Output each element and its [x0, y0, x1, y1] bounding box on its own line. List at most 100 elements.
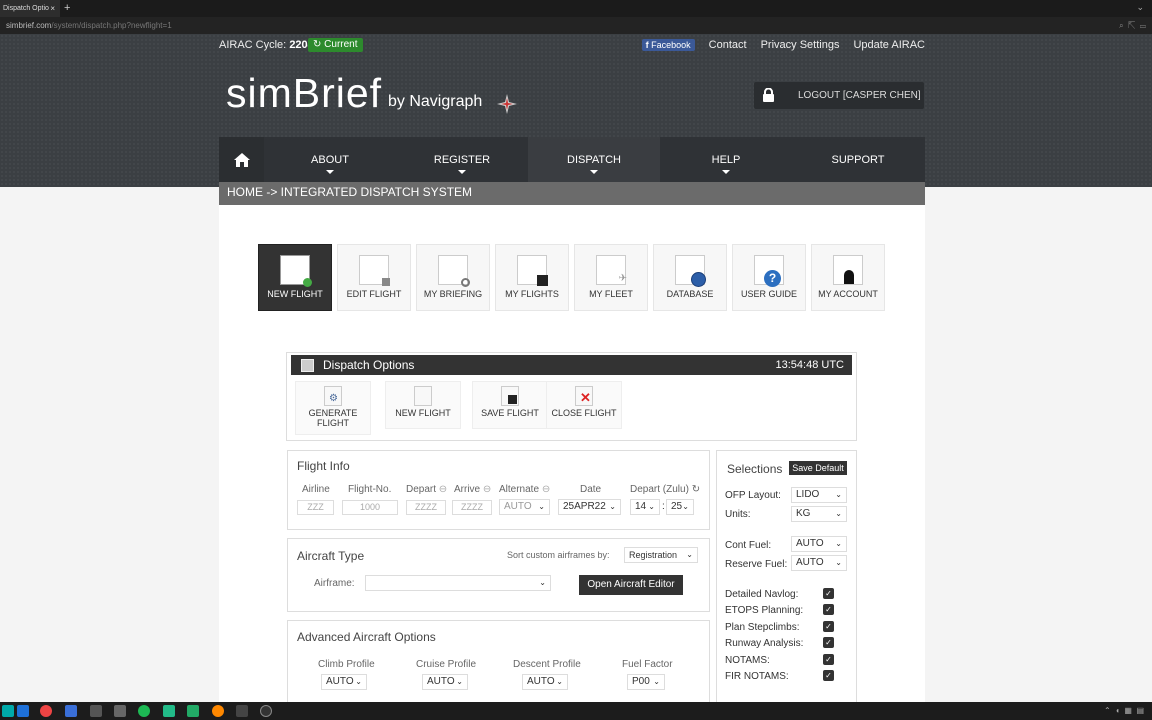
nav-home[interactable]: [219, 137, 264, 182]
privacy-settings-link[interactable]: Privacy Settings: [761, 39, 840, 51]
info-icon[interactable]: ⊖: [542, 484, 550, 495]
flight-number-input[interactable]: 1000: [342, 500, 398, 515]
airframe-select[interactable]: ⌄: [365, 575, 551, 591]
utc-clock: 13:54:48 UTC: [775, 359, 844, 371]
reader-icon[interactable]: ▭: [1140, 21, 1146, 30]
info-icon[interactable]: ⊖: [439, 484, 447, 495]
nav-support[interactable]: SUPPORT: [792, 137, 924, 182]
app-icon[interactable]: [187, 705, 199, 717]
chrome-icon[interactable]: [40, 705, 52, 717]
fuel-factor-select[interactable]: P00 ⌄: [627, 674, 665, 690]
tab-close-icon[interactable]: ×: [50, 0, 55, 17]
depart-zulu-label: Depart (Zulu) ↻: [630, 484, 700, 495]
depart-zulu-label-text: Depart (Zulu): [630, 484, 689, 495]
app-icon[interactable]: [114, 705, 126, 717]
fir-notams-checkbox[interactable]: ✓: [823, 670, 834, 681]
reserve-fuel-select[interactable]: AUTO ⌄: [791, 555, 847, 571]
airline-label: Airline: [302, 484, 330, 495]
refresh-icon[interactable]: ↻: [692, 484, 700, 495]
tray-chevron-icon[interactable]: ⌃: [1104, 706, 1111, 715]
network-icon[interactable]: ▦: [1124, 706, 1132, 715]
cont-fuel-label: Cont Fuel:: [725, 540, 772, 551]
explorer-icon[interactable]: [17, 705, 29, 717]
tool-label: MY FLEET: [589, 289, 633, 299]
database-tool[interactable]: DATABASE: [653, 244, 727, 311]
detailed-navlog-checkbox[interactable]: ✓: [823, 588, 834, 599]
sort-airframes-select[interactable]: Registration ⌄: [624, 547, 698, 563]
nav-help[interactable]: HELP: [660, 137, 792, 182]
window-chevron-icon[interactable]: ⌄: [1136, 0, 1144, 15]
logout-button[interactable]: LOGOUT [CASPER CHEN]: [754, 82, 924, 109]
save-flight-button[interactable]: SAVE FLIGHT: [472, 381, 548, 429]
app-icon[interactable]: [65, 705, 77, 717]
my-fleet-tool[interactable]: ✈ MY FLEET: [574, 244, 648, 311]
cont-fuel-select[interactable]: AUTO ⌄: [791, 536, 847, 552]
user-guide-tool[interactable]: ? USER GUIDE: [732, 244, 806, 311]
nav-about[interactable]: ABOUT: [264, 137, 396, 182]
app-icon[interactable]: [90, 705, 102, 717]
sort-airframes-label: Sort custom airframes by:: [507, 550, 610, 560]
chrome-icon[interactable]: [212, 705, 224, 717]
etops-planning-checkbox[interactable]: ✓: [823, 604, 834, 615]
date-label: Date: [580, 484, 602, 495]
runway-analysis-checkbox[interactable]: ✓: [823, 637, 834, 648]
save-icon: [501, 386, 519, 406]
fleet-icon: ✈: [596, 255, 627, 285]
notams-checkbox[interactable]: ✓: [823, 654, 834, 665]
update-airac-link[interactable]: Update AIRAC: [853, 39, 925, 51]
climb-profile-select[interactable]: AUTO ⌄: [321, 674, 367, 690]
edit-flight-tool[interactable]: EDIT FLIGHT: [337, 244, 411, 311]
steam-icon[interactable]: [236, 705, 248, 717]
sort-value: Registration: [629, 550, 678, 560]
chat-icon[interactable]: [163, 705, 175, 717]
new-flight-button[interactable]: NEW FLIGHT: [385, 381, 461, 429]
breadcrumb: HOME -> INTEGRATED DISPATCH SYSTEM: [219, 182, 925, 205]
app-icon[interactable]: [260, 705, 272, 717]
address-bar[interactable]: simbrief.com/system/dispatch.php?newflig…: [0, 17, 1152, 34]
plan-stepclimbs-checkbox[interactable]: ✓: [823, 621, 834, 632]
ofp-layout-select[interactable]: LIDO ⌄: [791, 487, 847, 503]
my-flights-tool[interactable]: MY FLIGHTS: [495, 244, 569, 311]
save-default-button[interactable]: Save Default: [789, 461, 847, 475]
fuel-factor-label: Fuel Factor: [622, 659, 673, 670]
cruise-profile-select[interactable]: AUTO ⌄: [422, 674, 468, 690]
nav-dispatch[interactable]: DISPATCH: [528, 137, 660, 182]
close-flight-button[interactable]: ✕ CLOSE FLIGHT: [546, 381, 622, 429]
fuel-factor-value: P00: [632, 676, 650, 687]
reserve-fuel-value: AUTO: [796, 557, 824, 568]
depart-hour-select[interactable]: 14 ⌄: [630, 499, 660, 515]
dispatch-options-header: Dispatch Options 13:54:48 UTC: [291, 355, 852, 375]
my-account-tool[interactable]: MY ACCOUNT: [811, 244, 885, 311]
date-select[interactable]: 25APR22 ⌄: [558, 499, 621, 515]
volume-icon[interactable]: ◖: [1115, 706, 1120, 715]
depart-input[interactable]: ZZZZ: [406, 500, 446, 515]
notification-icon[interactable]: ▤: [1136, 706, 1144, 715]
info-icon[interactable]: ⊖: [483, 484, 491, 495]
ofp-value: LIDO: [796, 489, 820, 500]
alternate-select[interactable]: AUTO ⌄: [499, 499, 550, 515]
logout-label: LOGOUT [CASPER CHEN]: [798, 90, 921, 101]
browser-tab[interactable]: Dispatch Optio ×: [0, 0, 60, 17]
new-flight-tool[interactable]: NEW FLIGHT: [258, 244, 332, 311]
arrive-input[interactable]: ZZZZ: [452, 500, 492, 515]
start-icon[interactable]: [2, 705, 14, 717]
nav-register[interactable]: REGISTER: [396, 137, 528, 182]
zoom-icon[interactable]: ⌕: [1119, 21, 1123, 30]
facebook-button[interactable]: f Facebook: [641, 39, 695, 51]
my-briefing-tool[interactable]: MY BRIEFING: [416, 244, 490, 311]
arrive-label: Arrive ⊖: [454, 484, 491, 495]
contact-link[interactable]: Contact: [709, 39, 747, 51]
generate-flight-button[interactable]: ⚙ GENERATE FLIGHT: [295, 381, 371, 435]
airline-input[interactable]: ZZZ: [297, 500, 334, 515]
simbrief-logo[interactable]: simBrief: [226, 70, 382, 117]
depart-minute-select[interactable]: 25 ⌄: [666, 499, 694, 515]
spotify-icon[interactable]: [138, 705, 150, 717]
new-tab-button[interactable]: +: [64, 0, 70, 17]
panel-icon: [301, 359, 314, 372]
chevron-down-icon: ⌄: [835, 558, 842, 567]
descent-profile-label: Descent Profile: [513, 659, 581, 670]
open-aircraft-editor-button[interactable]: Open Aircraft Editor: [579, 575, 683, 595]
share-icon[interactable]: ⇱: [1128, 21, 1135, 30]
descent-profile-select[interactable]: AUTO ⌄: [522, 674, 568, 690]
units-select[interactable]: KG ⌄: [791, 506, 847, 522]
